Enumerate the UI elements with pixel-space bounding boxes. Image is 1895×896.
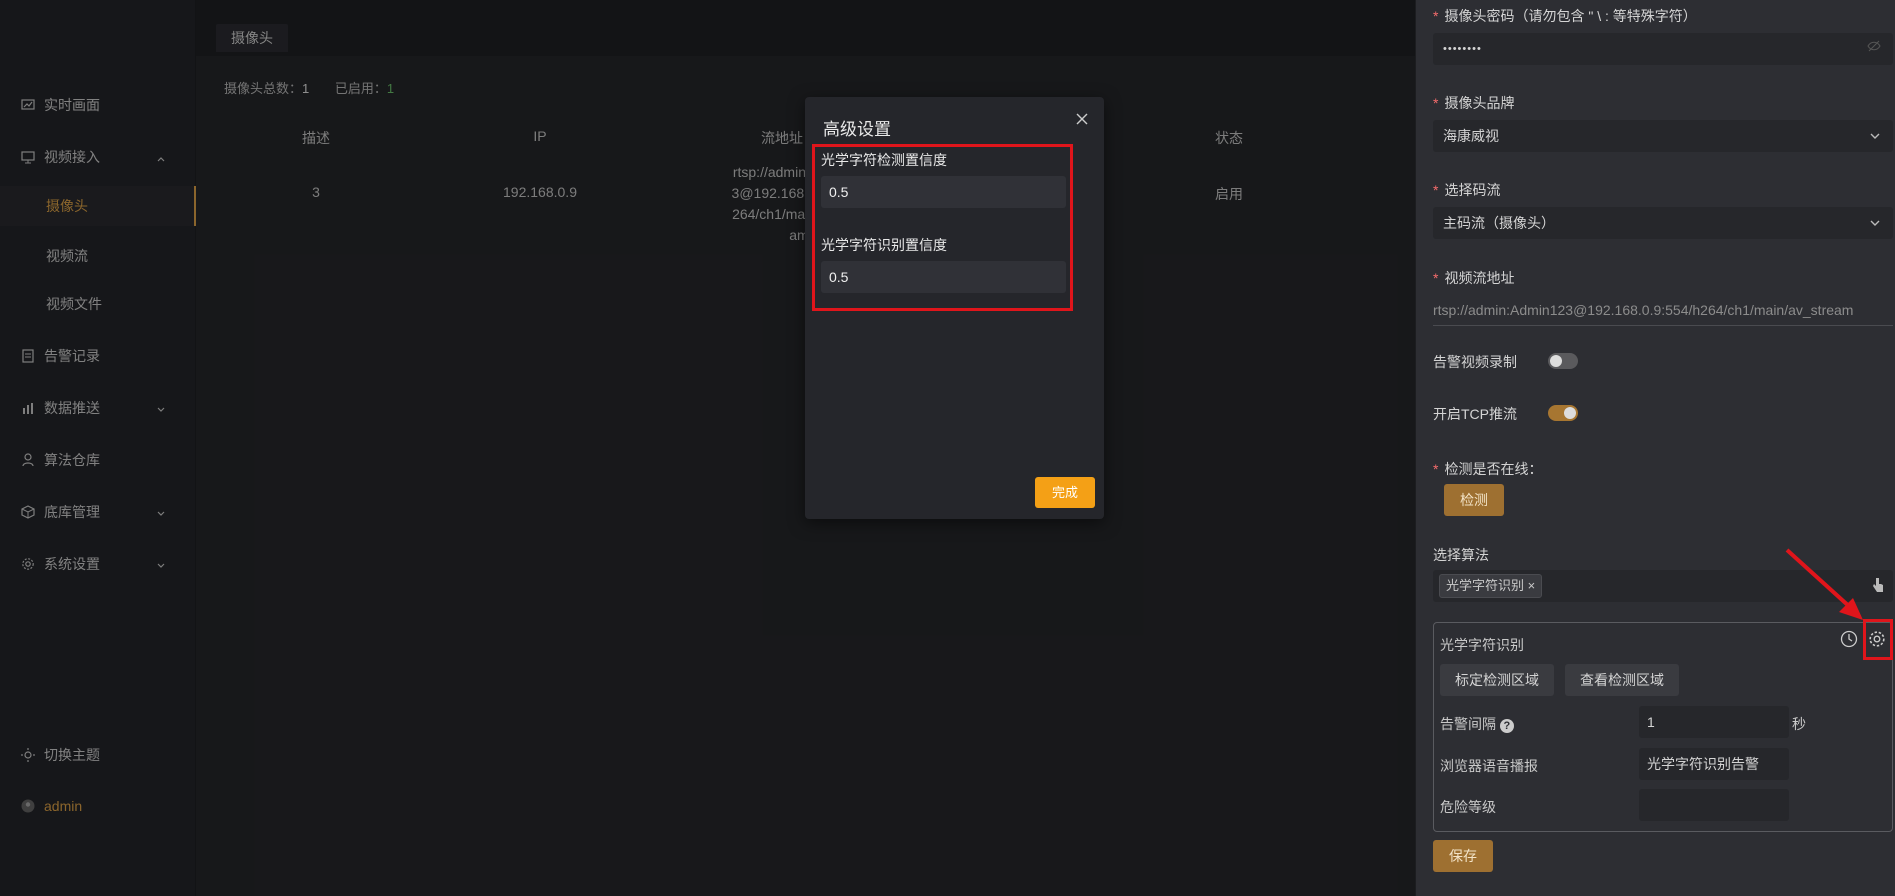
check-button[interactable]: 检测 [1444,484,1504,516]
modal-overlay [0,0,1415,896]
view-region-button[interactable]: 查看检测区域 [1565,664,1679,696]
risk-input[interactable] [1639,789,1789,821]
stream-select[interactable]: 主码流（摄像头） [1433,207,1893,239]
red-arrow-icon [1785,548,1863,620]
url-label: * 视频流地址 [1433,270,1515,286]
voice-input[interactable]: 光学字符识别告警 [1639,748,1789,780]
save-button[interactable]: 保存 [1433,840,1493,872]
algo-label: 选择算法 [1433,547,1489,563]
chevron-down-icon [1869,208,1881,240]
brand-label: * 摄像头品牌 [1433,95,1515,111]
risk-label: 危险等级 [1440,799,1496,815]
interval-unit: 秒 [1792,716,1806,732]
highlight-box-fields [812,144,1073,311]
interval-label: 告警间隔 ? [1440,714,1514,734]
password-label: * 摄像头密码（请勿包含 " \ : 等特殊字符） [1433,8,1697,24]
algo-card: 光学字符识别 标定检测区域 查看检测区域 告警间隔 ? 1 秒 浏览器语音播报 … [1433,622,1893,832]
tcp-label: 开启TCP推流 [1433,406,1517,422]
tcp-switch[interactable] [1548,405,1578,421]
brand-select[interactable]: 海康威视 [1433,120,1893,152]
interval-input[interactable]: 1 [1639,706,1789,738]
mark-region-button[interactable]: 标定检测区域 [1440,664,1554,696]
voice-label: 浏览器语音播报 [1440,758,1538,774]
chevron-down-icon [1869,121,1881,153]
algo-card-title: 光学字符识别 [1440,637,1524,653]
close-icon[interactable] [1074,111,1090,127]
close-icon[interactable]: × [1528,578,1536,593]
modal-title: 高级设置 [823,120,891,139]
app-root: 实时画面 视频接入 摄像头 视频流 视频文件 告警记录 数据推送 算法仓库 底库… [0,0,1895,896]
record-switch[interactable] [1548,353,1578,369]
password-field[interactable]: •••••••• [1433,33,1893,65]
camera-edit-panel: * 摄像头密码（请勿包含 " \ : 等特殊字符） •••••••• * 摄像头品牌… [1415,0,1895,896]
stream-url-input[interactable]: rtsp://admin:Admin123@192.168.0.9:554/h2… [1433,296,1893,326]
algo-tag[interactable]: 光学字符识别 × [1439,574,1543,598]
done-button[interactable]: 完成 [1035,477,1095,508]
help-icon[interactable]: ? [1499,719,1514,733]
clock-icon[interactable] [1840,630,1858,651]
online-label: * 检测是否在线： [1433,461,1543,477]
record-label: 告警视频录制 [1433,354,1517,370]
eye-off-icon[interactable] [1867,34,1881,66]
stream-label: * 选择码流 [1433,182,1501,198]
pointer-hand-icon[interactable] [1871,577,1885,596]
